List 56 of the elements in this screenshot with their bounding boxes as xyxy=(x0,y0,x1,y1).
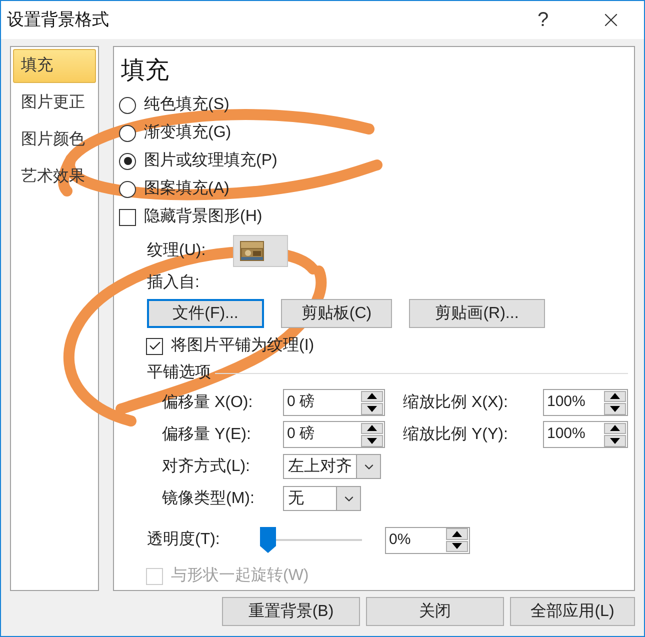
down-arrow-icon xyxy=(367,406,377,412)
spin-buttons[interactable] xyxy=(446,528,468,552)
dropdown[interactable]: 左上对齐 xyxy=(283,454,381,479)
checkbox-label: 与形状一起旋转(W) xyxy=(171,566,309,586)
up-arrow-icon xyxy=(367,425,377,432)
sidebar-item[interactable]: 填充 xyxy=(13,49,96,83)
checkbox[interactable] xyxy=(119,208,136,226)
transparency-label: 透明度(T): xyxy=(147,530,221,550)
spin-field[interactable]: 0 磅 xyxy=(283,389,385,416)
checkbox-label: 将图片平铺为纹理(I) xyxy=(171,336,314,356)
up-arrow-icon xyxy=(452,530,462,537)
checkbox-label: 隐藏背景图形(H) xyxy=(144,206,262,227)
spin-field[interactable]: 100% xyxy=(543,389,628,416)
down-arrow-icon xyxy=(610,406,620,412)
field-label: 镜像类型(M): xyxy=(162,488,256,508)
spin-field[interactable]: 100% xyxy=(543,421,628,448)
up-arrow-icon xyxy=(610,425,620,432)
checkbox[interactable] xyxy=(146,338,163,354)
down-arrow-icon xyxy=(367,438,377,444)
spin-buttons[interactable] xyxy=(361,390,383,414)
window-title: 设置背景格式 xyxy=(7,9,109,32)
spin-buttons[interactable] xyxy=(604,422,626,446)
down-arrow-icon xyxy=(610,438,620,444)
dropdown[interactable]: 无 xyxy=(283,486,361,511)
spin-field[interactable]: 0% xyxy=(385,526,470,554)
radio-label: 渐变填充(G) xyxy=(144,122,232,143)
panel-heading: 填充 xyxy=(121,56,170,86)
down-arrow-icon xyxy=(452,543,462,550)
slider-thumb[interactable] xyxy=(260,527,276,553)
spin-buttons[interactable] xyxy=(604,390,626,414)
field-label: 对齐方式(L): xyxy=(162,456,251,476)
insert-from-label: 插入自: xyxy=(147,272,200,293)
radio-button[interactable] xyxy=(119,180,136,198)
help-button[interactable]: ? xyxy=(528,5,558,35)
insert-button[interactable]: 剪贴画(R)... xyxy=(409,299,545,328)
dialog-button[interactable]: 关闭 xyxy=(366,597,504,626)
sidebar-item[interactable]: 图片颜色 xyxy=(13,123,96,157)
radio-label: 纯色填充(S) xyxy=(144,94,230,115)
dialog-button[interactable]: 重置背景(B) xyxy=(222,597,360,626)
field-label: 缩放比例 Y(Y): xyxy=(403,424,509,444)
up-arrow-icon xyxy=(367,393,377,400)
radio-label: 图片或纹理填充(P) xyxy=(144,150,278,171)
field-label: 缩放比例 X(X): xyxy=(403,392,509,412)
radio-button[interactable] xyxy=(119,96,136,114)
insert-button[interactable]: 剪贴板(C) xyxy=(281,299,392,328)
field-label: 偏移量 Y(E): xyxy=(162,424,252,444)
transparency-slider[interactable] xyxy=(260,528,362,552)
insert-button[interactable]: 文件(F)... xyxy=(147,299,264,328)
up-arrow-icon xyxy=(610,393,620,400)
texture-button[interactable] xyxy=(233,235,288,267)
field-label: 偏移量 X(O): xyxy=(162,392,254,412)
radio-button[interactable] xyxy=(119,152,136,170)
spin-buttons[interactable] xyxy=(361,422,383,446)
spin-field[interactable]: 0 磅 xyxy=(283,421,385,448)
sidebar-item[interactable]: 图片更正 xyxy=(13,86,96,120)
dialog-button[interactable]: 全部应用(L) xyxy=(510,597,635,626)
